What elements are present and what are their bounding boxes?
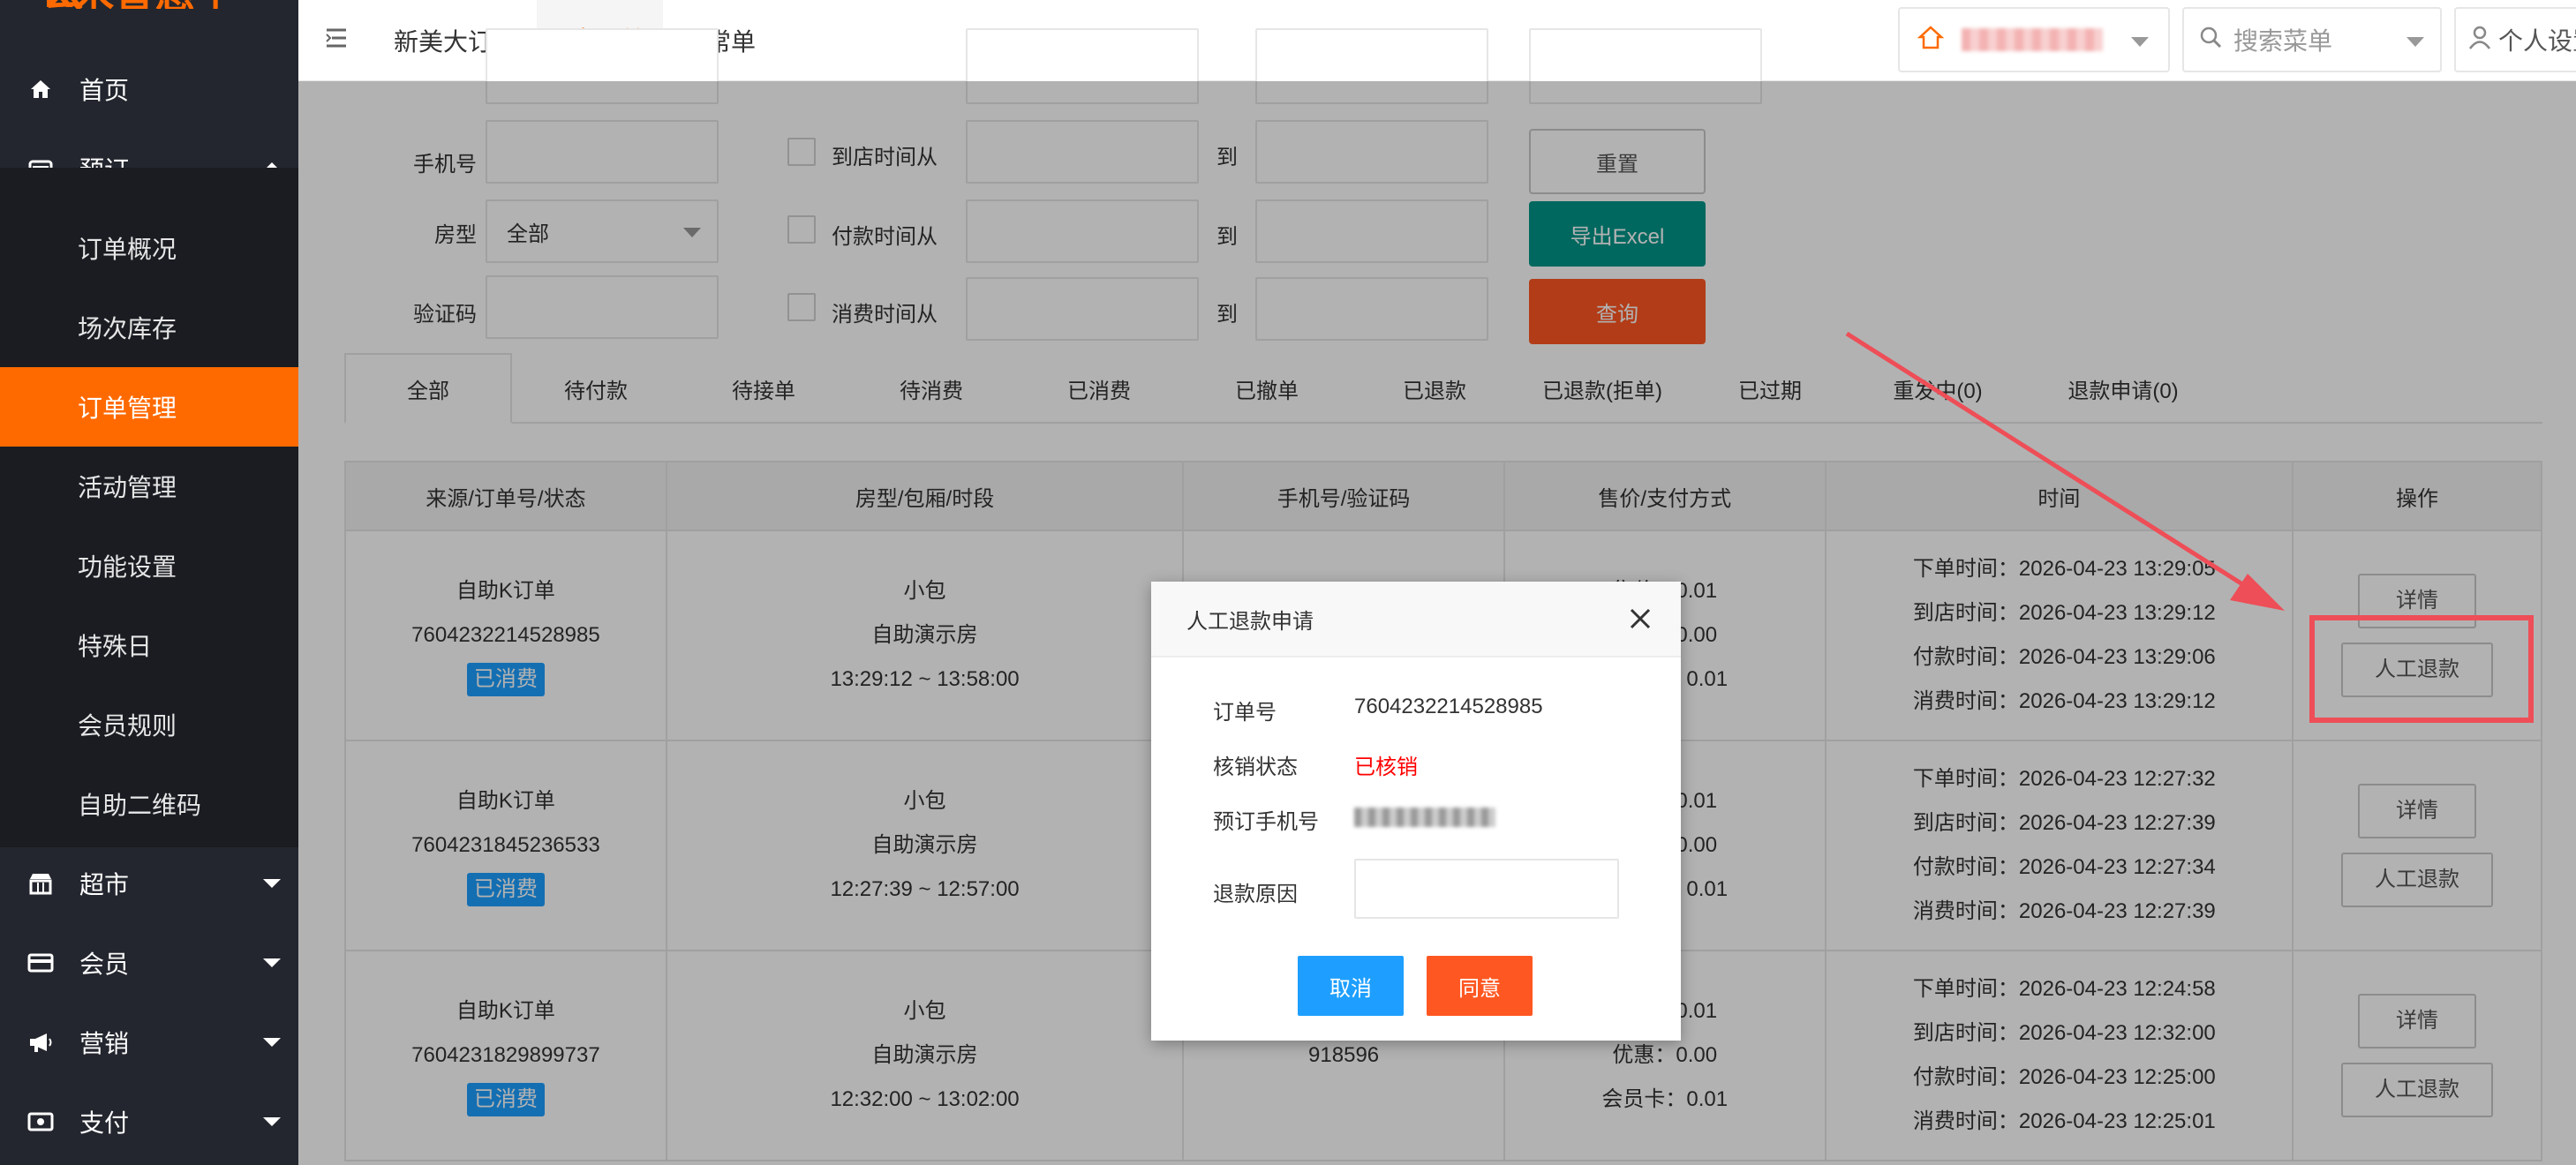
booking-phone-value-redacted (1354, 808, 1495, 833)
sidebar-item-member[interactable]: 会员 (0, 923, 298, 1003)
search-placeholder: 搜索菜单 (2233, 27, 2333, 55)
dialog-header: 人工退款申请 (1151, 582, 1681, 658)
menu-toggle-icon[interactable] (323, 25, 350, 51)
user-icon (2468, 25, 2491, 56)
order-number-label: 订单号 (1213, 701, 1277, 725)
sidebar-item-pay[interactable]: 支付 (0, 1082, 298, 1161)
sidebar-item-label: 会员 (79, 951, 130, 978)
agree-button[interactable]: 同意 (1427, 956, 1533, 1016)
sidebar: K米智惠平台 首页 预订 订单概况 场次库存 订单管理 活动管理 功能设置 特殊… (0, 0, 298, 1165)
sidebar-subitem-qrcode[interactable]: 自助二维码 (0, 764, 298, 844)
shop-icon (23, 872, 58, 895)
sidebar-subitem-special-day[interactable]: 特殊日 (0, 605, 298, 685)
home-outline-icon (1917, 25, 1945, 56)
search-icon (2198, 25, 2223, 56)
chevron-down-icon (263, 958, 281, 967)
sidebar-subitem-order-management[interactable]: 订单管理 (0, 367, 298, 447)
chevron-down-icon (2407, 37, 2424, 47)
menu-search[interactable]: 搜索菜单 (2182, 7, 2442, 72)
sidebar-item-label: 超市 (79, 871, 130, 898)
verify-status-value: 已核销 (1354, 755, 1418, 779)
refund-reason-label: 退款原因 (1213, 883, 1298, 906)
dialog-title: 人工退款申请 (1186, 609, 1314, 634)
chevron-down-icon (263, 1117, 281, 1126)
annotation-highlight-box (2309, 615, 2534, 723)
chevron-down-icon (263, 1038, 281, 1047)
sidebar-item-label: 首页 (79, 77, 130, 104)
booking-phone-label: 预订手机号 (1213, 810, 1319, 834)
sidebar-subitem-overview[interactable]: 订单概况 (0, 208, 298, 288)
personal-settings-button[interactable]: 个人设置 (2454, 7, 2576, 72)
verify-status-label: 核销状态 (1213, 755, 1298, 779)
home-icon (23, 79, 58, 100)
sidebar-subitem-inventory[interactable]: 场次库存 (0, 288, 298, 367)
cancel-button[interactable]: 取消 (1298, 956, 1404, 1016)
megaphone-icon (23, 1032, 58, 1053)
order-number-value: 7604232214528985 (1354, 695, 1543, 718)
chevron-down-icon (2131, 37, 2149, 47)
manual-refund-dialog: 人工退款申请 订单号 7604232214528985 核销状态 已核销 预订手… (1151, 582, 1681, 1041)
logo: K米智惠平台 (44, 0, 256, 9)
sidebar-subitem-settings[interactable]: 功能设置 (0, 526, 298, 605)
chevron-down-icon (263, 879, 281, 888)
pay-icon (23, 1112, 58, 1131)
store-name-redacted (1962, 28, 2103, 51)
sidebar-item-home[interactable]: 首页 (0, 49, 298, 129)
store-selector[interactable] (1898, 7, 2170, 72)
refund-reason-input[interactable] (1354, 859, 1619, 919)
card-icon (23, 953, 58, 973)
sidebar-item-marketing[interactable]: 营销 (0, 1003, 298, 1082)
close-icon[interactable] (1628, 606, 1653, 631)
settings-label: 个人设置 (2498, 27, 2576, 55)
sidebar-item-label: 支付 (79, 1109, 130, 1137)
sidebar-subitem-activity[interactable]: 活动管理 (0, 447, 298, 526)
sidebar-item-shop[interactable]: 超市 (0, 844, 298, 923)
sidebar-item-label: 营销 (79, 1030, 130, 1057)
sidebar-subitem-member-rules[interactable]: 会员规则 (0, 685, 298, 764)
